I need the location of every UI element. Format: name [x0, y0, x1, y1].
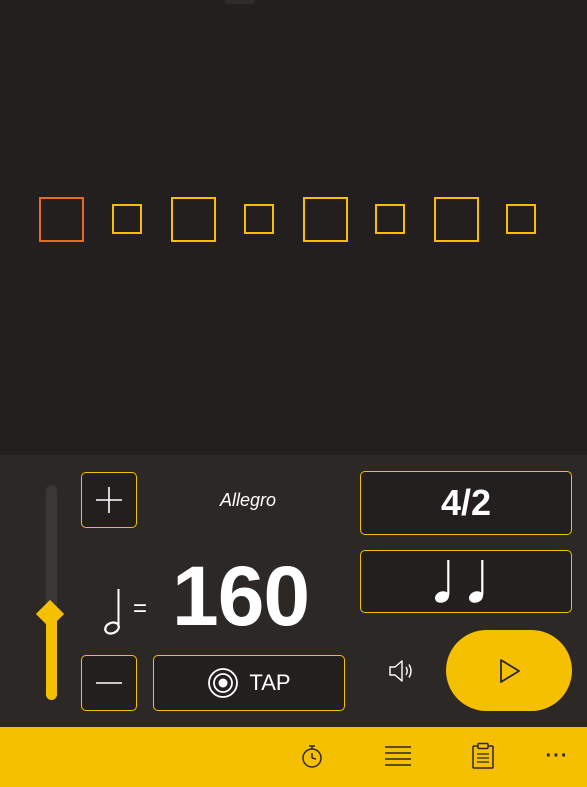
subdivision-button[interactable]: [360, 550, 572, 613]
clipboard-icon: [472, 742, 494, 769]
minus-icon: [96, 682, 122, 684]
beat-indicator: [170, 196, 216, 242]
equals-sign: =: [133, 595, 148, 622]
play-icon: [500, 658, 520, 683]
clipboard-button[interactable]: [466, 739, 500, 773]
beat-indicator: [375, 204, 405, 234]
time-signature-label: 4/2: [440, 482, 492, 523]
beat-indicator: [302, 196, 348, 242]
beat-indicator-row: [0, 0, 587, 455]
play-button[interactable]: [446, 630, 572, 711]
time-signature-button[interactable]: 4/2: [360, 471, 572, 535]
beat-indicator: [112, 204, 142, 234]
more-icon: ···: [545, 744, 569, 767]
decrease-tempo-button[interactable]: [81, 655, 137, 711]
beat-indicator: [38, 196, 84, 242]
beat-indicator: [244, 204, 274, 234]
timer-button[interactable]: [295, 739, 329, 773]
half-note-icon: [104, 589, 120, 635]
increase-tempo-button[interactable]: [81, 472, 137, 528]
tempo-name: Allegro: [219, 490, 277, 510]
list-button[interactable]: [381, 739, 415, 773]
more-button[interactable]: ···: [540, 739, 574, 773]
list-icon: [385, 746, 411, 766]
bottom-app-bar: ···: [0, 727, 587, 787]
control-panel: Allegro = 160 TAP 4/2: [0, 455, 587, 727]
speaker-icon: [389, 660, 412, 682]
tempo-slider-thumb[interactable]: [35, 599, 65, 629]
bpm-value: 160: [172, 549, 310, 643]
beat-indicator: [506, 204, 536, 234]
volume-button[interactable]: [386, 655, 418, 687]
tempo-slider-fill: [46, 614, 57, 700]
target-icon: [208, 668, 239, 698]
stopwatch-icon: [302, 745, 322, 768]
tap-label: TAP: [249, 670, 291, 695]
quarter-notes-icon: [435, 559, 484, 603]
beat-indicator: [433, 196, 479, 242]
tap-tempo-button[interactable]: TAP: [153, 655, 345, 711]
plus-icon: [96, 487, 122, 513]
